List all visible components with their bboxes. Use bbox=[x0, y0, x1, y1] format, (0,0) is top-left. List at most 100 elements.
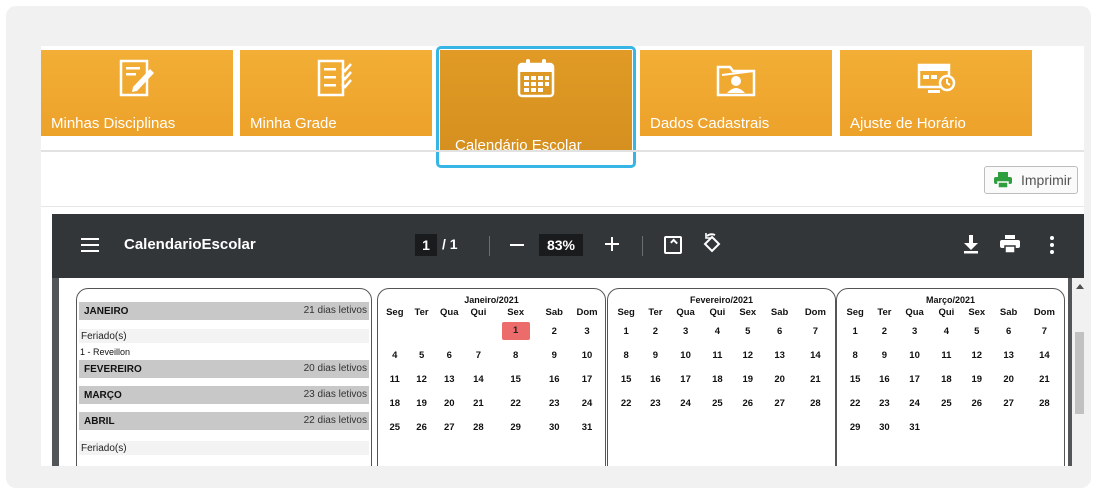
tile-dados-cadastrais[interactable]: Dados Cadastrais bbox=[640, 50, 832, 136]
calendar-day: 2 bbox=[881, 325, 888, 337]
calendar-day: 29 bbox=[849, 421, 861, 433]
more-options-icon[interactable] bbox=[1050, 236, 1054, 254]
calendar-marco: Março/2021 Seg Ter Qua Qui Sex Sab Dom 1 2 3 4 5 6 7 8 9… bbox=[836, 288, 1065, 466]
calendar-day: 22 bbox=[620, 397, 632, 409]
calendar-day: 25 bbox=[712, 397, 723, 409]
calendar-day: 25 bbox=[389, 421, 401, 433]
calendar-day: 30 bbox=[879, 421, 890, 433]
calendar-day: 5 bbox=[418, 349, 425, 361]
calendar-week: 8 9 10 11 12 13 14 bbox=[610, 343, 835, 367]
month-header-fevereiro: FEVEREIRO 20 dias letivos bbox=[79, 360, 369, 378]
download-icon[interactable] bbox=[962, 234, 980, 254]
calendar-day: 1 bbox=[852, 325, 858, 337]
calendar-day: 21 bbox=[473, 397, 484, 409]
calendar-day bbox=[796, 415, 835, 439]
weekday-header: Sex bbox=[507, 306, 525, 318]
pdf-toolbar: CalendarioEscolar 1 / 1 83% bbox=[52, 214, 1084, 278]
calendar-day: 15 bbox=[849, 373, 861, 385]
calendar-day: 21 bbox=[810, 373, 821, 385]
calendar-day: 3 bbox=[911, 325, 918, 337]
weekday-header: Sab bbox=[770, 306, 789, 318]
calendar-day: 30 bbox=[548, 421, 560, 433]
tile-ajuste-de-horario[interactable]: Ajuste de Horário bbox=[840, 50, 1032, 136]
zoom-input[interactable]: 83% bbox=[539, 234, 583, 256]
calendar-day: 23 bbox=[548, 397, 560, 409]
calendar-day: 31 bbox=[581, 421, 593, 433]
divider bbox=[41, 206, 1084, 207]
calendar-day: 26 bbox=[416, 421, 427, 433]
calendar-day: 12 bbox=[971, 349, 983, 361]
calendar-icon bbox=[517, 59, 555, 98]
calendar-week: 11 12 13 14 15 16 17 bbox=[380, 367, 605, 391]
calendar-day bbox=[732, 415, 763, 439]
calendar-day: 24 bbox=[581, 397, 593, 409]
calendar-day: 18 bbox=[941, 373, 952, 385]
rotate-icon[interactable] bbox=[701, 233, 723, 255]
schedule-adjust-icon bbox=[917, 63, 956, 93]
calendar-day bbox=[410, 319, 434, 343]
month-header-marco: MARÇO 23 dias letivos bbox=[79, 386, 369, 404]
calendar-day: 28 bbox=[1039, 397, 1050, 409]
zoom-out-icon[interactable] bbox=[510, 244, 524, 246]
scroll-up-arrow-icon[interactable] bbox=[1076, 284, 1084, 289]
fit-page-icon[interactable] bbox=[664, 236, 682, 254]
calendar-day: 2 bbox=[652, 325, 659, 337]
calendar-day bbox=[703, 415, 732, 439]
weekday-header: Qui bbox=[709, 306, 726, 318]
calendar-day: 6 bbox=[776, 325, 783, 337]
calendar-day: 21 bbox=[1039, 373, 1050, 385]
scrollbar-thumb[interactable] bbox=[1075, 332, 1084, 414]
calendar-day: 28 bbox=[473, 421, 484, 433]
calendar-day: 5 bbox=[974, 325, 980, 337]
calendar-day bbox=[961, 415, 992, 439]
calendar-day: 13 bbox=[774, 349, 785, 361]
printer-icon bbox=[994, 172, 1012, 188]
holiday-label: Feriado(s) bbox=[79, 441, 369, 455]
calendar-day bbox=[380, 319, 410, 343]
print-icon[interactable] bbox=[1000, 235, 1020, 253]
calendar-day: 11 bbox=[712, 349, 723, 361]
calendar-day: 7 bbox=[475, 349, 482, 361]
calendar-day: 8 bbox=[623, 349, 629, 361]
edit-document-icon bbox=[119, 59, 154, 97]
calendar-title: Janeiro/2021 bbox=[464, 295, 519, 305]
pdf-viewer: CalendarioEscolar 1 / 1 83% JANEIRO 21 d… bbox=[52, 214, 1084, 466]
page-number-input[interactable]: 1 bbox=[415, 234, 437, 256]
weekday-header: Sab bbox=[999, 306, 1018, 318]
calendar-week: 15 16 17 18 19 20 21 bbox=[610, 367, 835, 391]
calendar-day: 17 bbox=[680, 373, 691, 385]
holiday-label: Feriado(s) bbox=[79, 329, 369, 343]
calendar-day bbox=[465, 319, 492, 343]
calendar-day: 18 bbox=[712, 373, 723, 385]
tile-calendario-escolar[interactable]: Calendário Escolar bbox=[436, 46, 636, 168]
weekday-header: Qua bbox=[440, 306, 459, 318]
tile-minha-grade[interactable]: Minha Grade bbox=[240, 50, 432, 136]
tile-minhas-disciplinas[interactable]: Minhas Disciplinas bbox=[41, 50, 233, 136]
month-header-abril: ABRIL 22 dias letivos bbox=[79, 412, 369, 430]
calendar-week: 22 23 24 25 26 27 28 bbox=[839, 391, 1064, 415]
calendar-week: 22 23 24 25 26 27 28 bbox=[610, 391, 835, 415]
calendar-title: Março/2021 bbox=[925, 295, 976, 305]
calendar-day bbox=[932, 415, 961, 439]
calendar-day bbox=[763, 415, 795, 439]
calendar-week: 15 16 17 18 19 20 21 bbox=[839, 367, 1064, 391]
calendar-day: 1 bbox=[623, 325, 629, 337]
calendar-grid: Seg Ter Qua Qui Sex Sab Dom 1 2 3 4 5 6 7 8 9 10 11 12 13 14… bbox=[380, 305, 605, 439]
print-button[interactable]: Imprimir bbox=[984, 166, 1078, 194]
calendar-title: Fevereiro/2021 bbox=[689, 295, 754, 305]
user-folder-icon bbox=[716, 65, 756, 97]
calendar-day: 14 bbox=[473, 373, 484, 385]
calendar-day: 9 bbox=[881, 349, 888, 361]
calendar-day: 31 bbox=[909, 421, 920, 433]
menu-icon[interactable] bbox=[81, 238, 99, 252]
tile-label: Dados Cadastrais bbox=[650, 115, 770, 132]
calendar-week: 1 2 3 bbox=[380, 319, 605, 343]
zoom-in-icon[interactable] bbox=[605, 236, 621, 252]
weekday-header: Dom bbox=[576, 306, 598, 318]
calendar-day: 14 bbox=[810, 349, 821, 361]
calendar-day: 27 bbox=[774, 397, 785, 409]
weekday-header: Qua bbox=[676, 306, 695, 318]
calendar-day: 4 bbox=[714, 325, 721, 337]
calendar-week: 4 5 6 7 8 9 10 bbox=[380, 343, 605, 367]
weekday-header: Ter bbox=[414, 306, 429, 318]
